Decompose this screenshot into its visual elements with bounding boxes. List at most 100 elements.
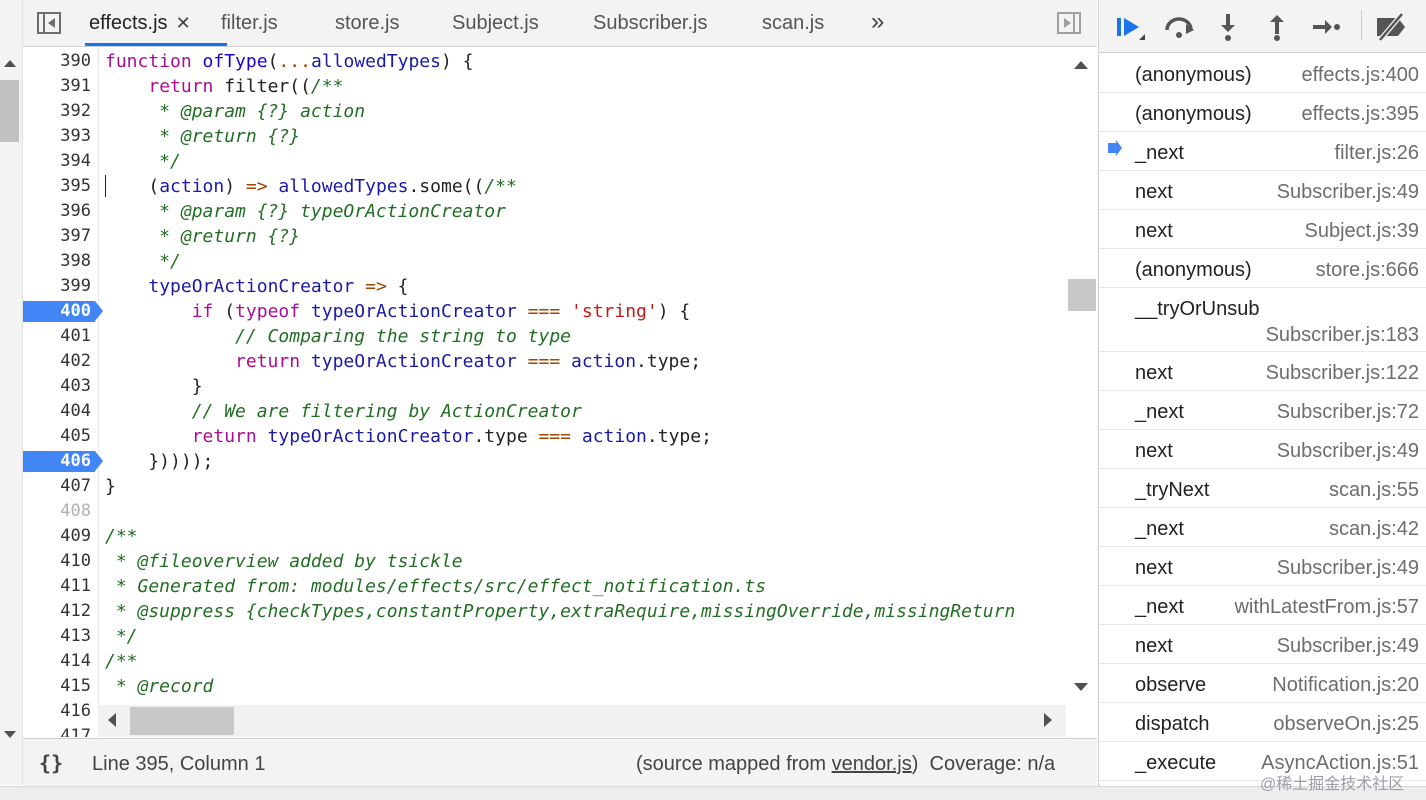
call-frame[interactable]: __tryOrUnsub Subscriber.js:183 [1099, 288, 1426, 352]
line-number[interactable]: 399 [23, 274, 91, 299]
line-number[interactable]: 415 [23, 674, 91, 699]
call-frame-location[interactable]: effects.js:400 [1302, 64, 1419, 87]
call-frame-location[interactable]: filter.js:26 [1335, 142, 1419, 165]
code-line[interactable]: 406 })))); [23, 449, 1097, 474]
code-line[interactable]: 415 * @record [23, 674, 1097, 699]
code-line[interactable]: 392 * @param {?} action [23, 99, 1097, 124]
line-number[interactable]: 405 [23, 424, 91, 449]
step-over-icon[interactable] [1162, 10, 1196, 44]
editor-horizontal-scrollbar[interactable] [98, 705, 1066, 737]
call-frame-location[interactable]: Subscriber.js:183 [1266, 324, 1419, 347]
call-frame[interactable]: next Subscriber.js:49 [1099, 171, 1426, 210]
code-text[interactable]: /** [105, 649, 1065, 674]
step-icon[interactable] [1309, 10, 1343, 44]
resume-icon[interactable] [1113, 10, 1147, 44]
code-line[interactable]: 412 * @suppress {checkTypes,constantProp… [23, 599, 1097, 624]
scroll-thumb[interactable] [0, 80, 19, 142]
toggle-navigator-icon[interactable] [37, 12, 61, 34]
call-frame-location[interactable]: store.js:666 [1316, 259, 1419, 282]
scroll-up-icon[interactable] [4, 60, 16, 67]
code-line[interactable]: 403 } [23, 374, 1097, 399]
call-frame-location[interactable]: Subscriber.js:49 [1277, 557, 1419, 580]
call-frame-location[interactable]: effects.js:395 [1302, 103, 1419, 126]
call-frame-location[interactable]: observeOn.js:25 [1273, 713, 1419, 736]
code-text[interactable]: })))); [105, 449, 1065, 474]
line-number[interactable]: 393 [23, 124, 91, 149]
code-text[interactable]: } [105, 474, 1065, 499]
code-line[interactable]: 410 * @fileoverview added by tsickle [23, 549, 1097, 574]
call-frame-location[interactable]: Notification.js:20 [1272, 674, 1419, 697]
line-number[interactable]: 409 [23, 524, 91, 549]
code-line[interactable]: 399 typeOrActionCreator => { [23, 274, 1097, 299]
code-line[interactable]: 391 return filter((/** [23, 74, 1097, 99]
call-frame-location[interactable]: Subject.js:39 [1304, 220, 1419, 243]
line-number[interactable]: 403 [23, 374, 91, 399]
pretty-print-button[interactable]: {} [39, 751, 63, 775]
code-text[interactable]: * @suppress {checkTypes,constantProperty… [105, 599, 1065, 624]
call-frame-location[interactable]: withLatestFrom.js:57 [1234, 596, 1419, 619]
tab-subscriber-js[interactable]: Subscriber.js [593, 0, 708, 46]
call-frame[interactable]: _next withLatestFrom.js:57 [1099, 586, 1426, 625]
line-number[interactable]: 412 [23, 599, 91, 624]
code-line[interactable]: 400 if (typeof typeOrActionCreator === '… [23, 299, 1097, 324]
code-line[interactable]: 404 // We are filtering by ActionCreator [23, 399, 1097, 424]
code-line[interactable]: 413 */ [23, 624, 1097, 649]
scroll-right-icon[interactable] [1044, 713, 1052, 727]
call-frame[interactable]: next Subscriber.js:49 [1099, 625, 1426, 664]
line-number[interactable]: 395 [23, 174, 91, 199]
scroll-up-icon[interactable] [1074, 61, 1088, 69]
call-frame-location[interactable]: Subscriber.js:49 [1277, 181, 1419, 204]
code-line[interactable]: 408 [23, 499, 1097, 524]
code-line[interactable]: 395 (action) => allowedTypes.some((/** [23, 174, 1097, 199]
scroll-thumb[interactable] [1068, 279, 1096, 311]
line-number[interactable]: 396 [23, 199, 91, 224]
call-frame[interactable]: (anonymous) effects.js:400 [1099, 54, 1426, 93]
code-line[interactable]: 390 function ofType(...allowedTypes) { [23, 49, 1097, 74]
tab-store-js[interactable]: store.js [335, 0, 399, 46]
toggle-debugger-icon[interactable] [1057, 12, 1081, 34]
call-frame[interactable]: next Subject.js:39 [1099, 210, 1426, 249]
call-frame-location[interactable]: Subscriber.js:122 [1266, 362, 1419, 385]
call-frame[interactable]: observe Notification.js:20 [1099, 664, 1426, 703]
call-frame[interactable]: _next filter.js:26 [1099, 132, 1426, 171]
line-number[interactable]: 394 [23, 149, 91, 174]
line-number[interactable]: 402 [23, 349, 91, 374]
call-frame[interactable]: next Subscriber.js:122 [1099, 352, 1426, 391]
source-map-link[interactable]: vendor.js [832, 753, 912, 775]
line-number[interactable]: 406 [23, 449, 91, 474]
code-line[interactable]: 407} [23, 474, 1097, 499]
line-number[interactable]: 390 [23, 49, 91, 74]
code-text[interactable]: function ofType(...allowedTypes) { [105, 49, 1065, 74]
code-text[interactable]: */ [105, 249, 1065, 274]
code-text[interactable]: * @return {?} [105, 124, 1065, 149]
code-text[interactable]: /** [105, 524, 1065, 549]
code-text[interactable]: */ [105, 149, 1065, 174]
code-line[interactable]: 414 /** [23, 649, 1097, 674]
close-tab-icon[interactable]: ✕ [176, 13, 191, 33]
code-line[interactable]: 411 * Generated from: modules/effects/sr… [23, 574, 1097, 599]
line-number[interactable]: 411 [23, 574, 91, 599]
call-frame-location[interactable]: scan.js:42 [1329, 518, 1419, 541]
call-frame[interactable]: next Subscriber.js:49 [1099, 547, 1426, 586]
scroll-left-icon[interactable] [108, 713, 116, 727]
call-frame[interactable]: _next scan.js:42 [1099, 508, 1426, 547]
code-line[interactable]: 397 * @return {?} [23, 224, 1097, 249]
code-text[interactable]: return typeOrActionCreator.type === acti… [105, 424, 1065, 449]
code-text[interactable]: return typeOrActionCreator === action.ty… [105, 349, 1065, 374]
tab-scan-js[interactable]: scan.js [762, 0, 824, 46]
code-text[interactable]: * @param {?} typeOrActionCreator [105, 199, 1065, 224]
call-frame[interactable]: next Subscriber.js:49 [1099, 430, 1426, 469]
code-line[interactable]: 409 /** [23, 524, 1097, 549]
code-editor[interactable]: 390 function ofType(...allowedTypes) {391… [23, 47, 1097, 737]
line-number[interactable]: 410 [23, 549, 91, 574]
tab-effects-js[interactable]: effects.js ✕ [89, 0, 191, 46]
scroll-down-icon[interactable] [4, 731, 16, 738]
code-line[interactable]: 401 // Comparing the string to type [23, 324, 1097, 349]
code-text[interactable]: return filter((/** [105, 74, 1065, 99]
left-panel-scrollbar[interactable] [0, 0, 23, 785]
code-text[interactable]: (action) => allowedTypes.some((/** [105, 174, 1065, 199]
line-number[interactable]: 413 [23, 624, 91, 649]
code-text[interactable]: } [105, 374, 1065, 399]
line-number[interactable]: 398 [23, 249, 91, 274]
line-number[interactable]: 408 [23, 499, 91, 524]
